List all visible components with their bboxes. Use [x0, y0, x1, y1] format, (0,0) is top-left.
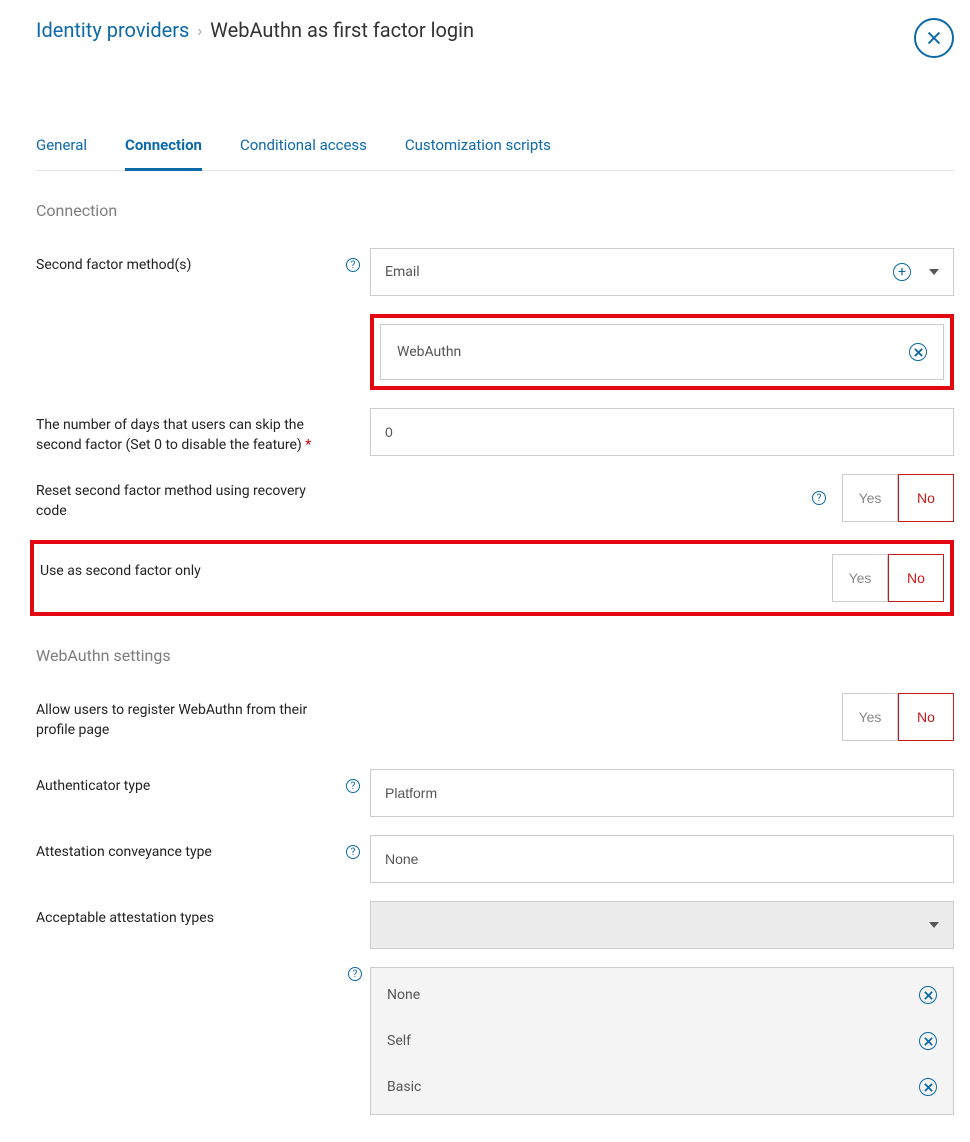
close-icon: [925, 29, 943, 47]
attestation-conveyance-select[interactable]: None: [370, 835, 954, 883]
help-icon[interactable]: ?: [346, 845, 360, 859]
tabs: General Connection Conditional access Cu…: [36, 136, 954, 171]
breadcrumb: Identity providers › WebAuthn as first f…: [36, 18, 474, 42]
use-second-only-toggle: Yes No: [832, 554, 944, 602]
reset-recovery-no[interactable]: No: [898, 474, 954, 522]
remove-item-button[interactable]: [919, 1032, 937, 1050]
allow-register-yes[interactable]: Yes: [842, 693, 898, 741]
reset-recovery-toggle: Yes No: [842, 474, 954, 522]
tab-general[interactable]: General: [36, 136, 87, 170]
second-factor-select[interactable]: Email +: [370, 248, 954, 296]
skip-days-label: The number of days that users can skip t…: [36, 408, 336, 455]
tab-customization-scripts[interactable]: Customization scripts: [405, 136, 551, 170]
list-item: Basic: [371, 1064, 953, 1110]
section-webauthn-title: WebAuthn settings: [36, 646, 954, 665]
remove-chip-button[interactable]: [909, 343, 927, 361]
skip-days-input[interactable]: [370, 408, 954, 456]
use-second-only-no[interactable]: No: [888, 554, 944, 602]
attestation-conveyance-label: Attestation conveyance type: [36, 835, 336, 863]
close-button[interactable]: [914, 18, 954, 58]
reset-recovery-yes[interactable]: Yes: [842, 474, 898, 522]
attestation-types-select[interactable]: [370, 901, 954, 949]
chevron-right-icon: ›: [197, 21, 202, 40]
help-icon[interactable]: ?: [346, 258, 360, 272]
attestation-types-label: Acceptable attestation types: [36, 901, 336, 929]
use-second-only-yes[interactable]: Yes: [832, 554, 888, 602]
tab-conditional-access[interactable]: Conditional access: [240, 136, 367, 170]
list-item-label: Self: [387, 1033, 411, 1049]
list-item-label: None: [387, 987, 420, 1003]
close-icon: [924, 1083, 933, 1092]
reset-recovery-label: Reset second factor method using recover…: [36, 474, 336, 521]
remove-item-button[interactable]: [919, 986, 937, 1004]
attestation-types-list: None Self Basic: [370, 967, 954, 1115]
allow-register-toggle: Yes No: [842, 693, 954, 741]
breadcrumb-current: WebAuthn as first factor login: [210, 18, 474, 42]
allow-register-no[interactable]: No: [898, 693, 954, 741]
second-factor-chip: WebAuthn: [380, 324, 944, 380]
annotation-highlight: Use as second factor only Yes No: [30, 540, 954, 616]
list-item: None: [371, 972, 953, 1018]
list-item-label: Basic: [387, 1079, 421, 1095]
help-icon[interactable]: ?: [812, 491, 826, 505]
annotation-highlight: WebAuthn: [370, 314, 954, 390]
remove-item-button[interactable]: [919, 1078, 937, 1096]
second-factor-label: Second factor method(s): [36, 248, 336, 276]
authenticator-type-label: Authenticator type: [36, 769, 336, 797]
close-icon: [914, 348, 923, 357]
chip-label: WebAuthn: [397, 344, 461, 360]
second-factor-value: Email: [385, 264, 420, 280]
help-icon[interactable]: ?: [348, 967, 362, 981]
close-icon: [924, 1037, 933, 1046]
section-connection-title: Connection: [36, 201, 954, 220]
chevron-down-icon: [929, 922, 939, 928]
add-icon[interactable]: +: [893, 263, 911, 281]
use-second-only-label: Use as second factor only: [40, 554, 334, 582]
list-item: Self: [371, 1018, 953, 1064]
breadcrumb-parent[interactable]: Identity providers: [36, 18, 189, 42]
chevron-down-icon: [929, 269, 939, 275]
authenticator-type-select[interactable]: Platform: [370, 769, 954, 817]
tab-connection[interactable]: Connection: [125, 136, 202, 171]
close-icon: [924, 991, 933, 1000]
help-icon[interactable]: ?: [346, 779, 360, 793]
allow-register-label: Allow users to register WebAuthn from th…: [36, 693, 336, 740]
